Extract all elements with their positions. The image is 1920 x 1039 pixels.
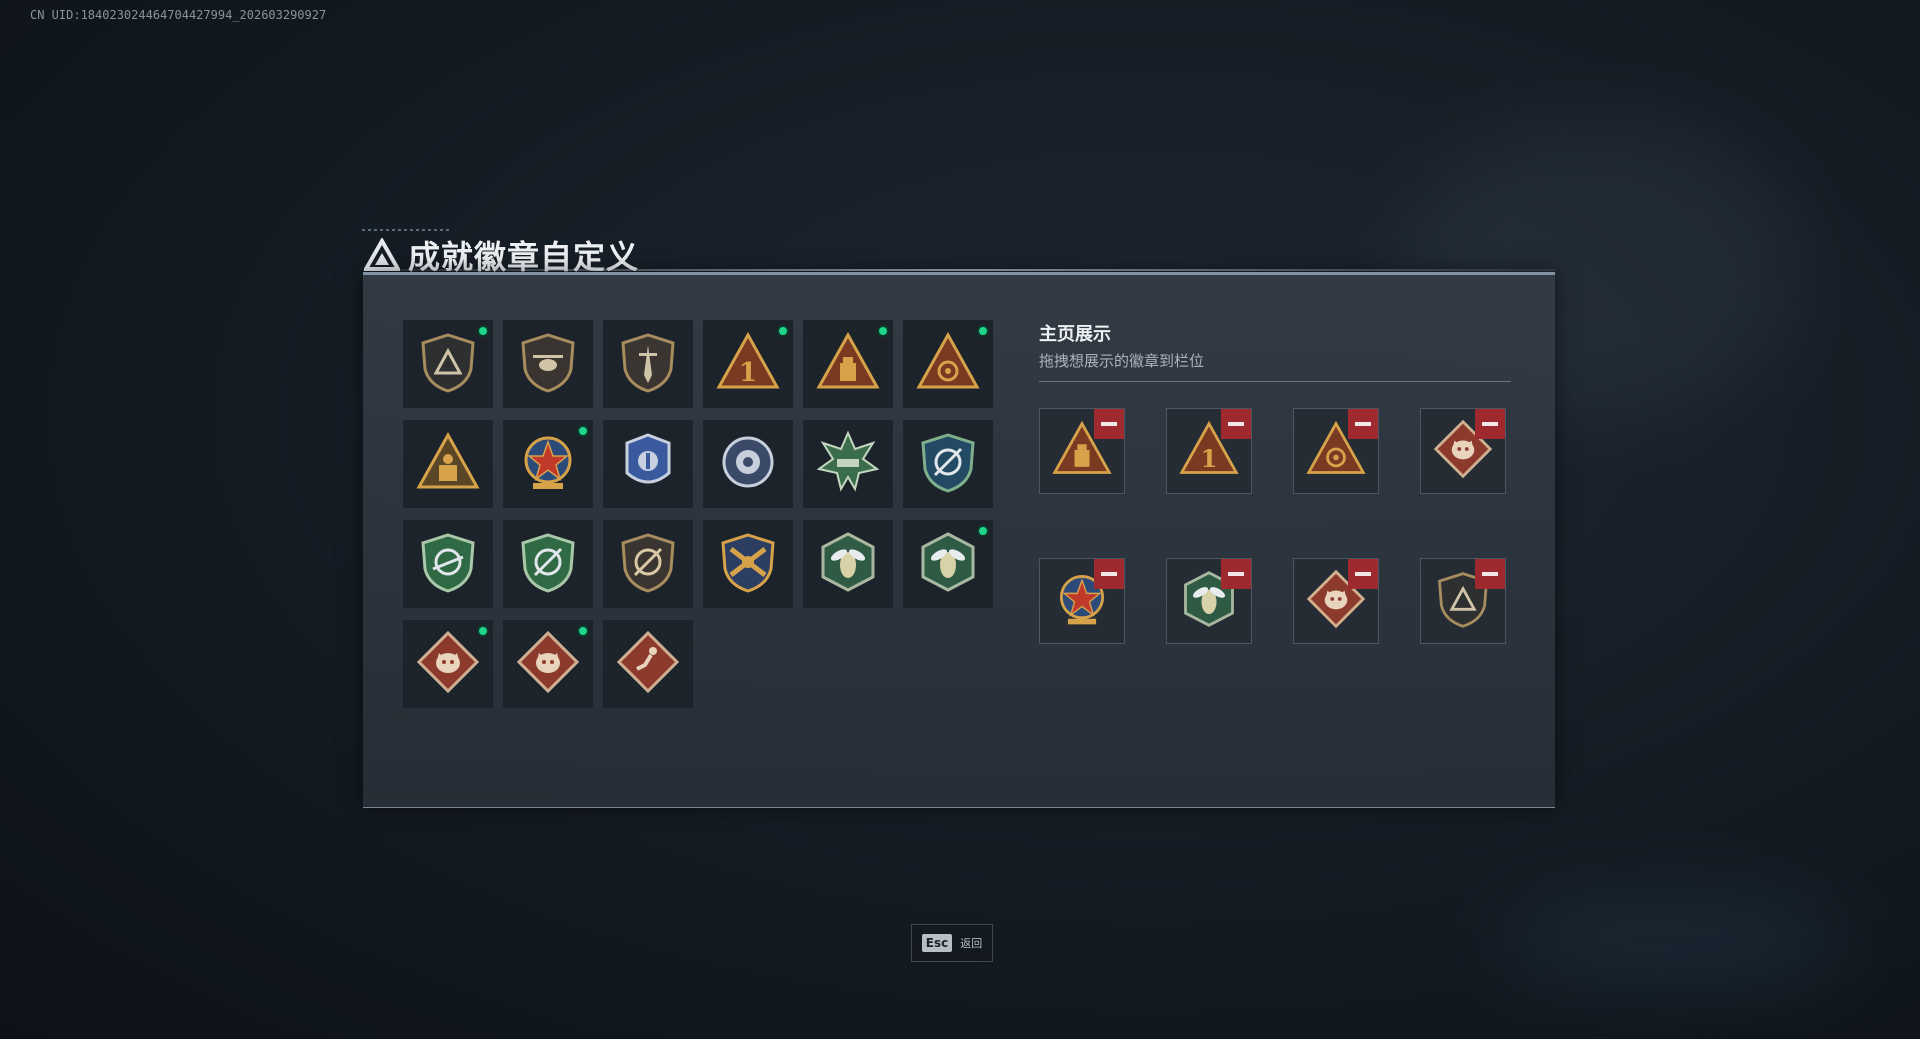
minus-icon — [1355, 422, 1371, 426]
showcase-slot[interactable] — [1420, 558, 1506, 644]
gold-triangle-number-one-icon: 1 — [715, 329, 781, 400]
red-runner-diamond-icon — [615, 629, 681, 700]
minus-icon — [1228, 422, 1244, 426]
red-star-medal-icon — [515, 429, 581, 500]
bronze-shield-triangle-icon — [415, 329, 481, 400]
bronze-dagger-shield-icon — [615, 329, 681, 400]
back-label: 返回 — [960, 938, 983, 950]
new-indicator-dot — [477, 325, 489, 337]
blue-police-badge-icon — [615, 429, 681, 500]
badge-tile[interactable] — [803, 320, 893, 408]
new-indicator-dot — [977, 325, 989, 337]
triangle-logo-icon — [364, 238, 400, 271]
badge-tile[interactable] — [903, 520, 993, 608]
badge-tile[interactable] — [503, 620, 593, 708]
minus-icon — [1482, 422, 1498, 426]
esc-key-icon: Esc — [921, 934, 953, 952]
badge-tile[interactable] — [803, 420, 893, 508]
showcase-slot[interactable] — [1166, 558, 1252, 644]
green-hornet-hexagon-icon — [915, 529, 981, 600]
showcase-subtitle: 拖拽想展示的徽章到栏位 — [1039, 353, 1205, 370]
green-crosshair-shield-icon — [515, 529, 581, 600]
new-indicator-dot — [577, 425, 589, 437]
minus-icon — [1228, 572, 1244, 576]
badge-tile[interactable] — [403, 320, 493, 408]
remove-slot-button[interactable] — [1221, 559, 1251, 589]
remove-slot-button[interactable] — [1475, 409, 1505, 439]
showcase-slot[interactable] — [1293, 558, 1379, 644]
badge-tile[interactable]: 1 — [703, 320, 793, 408]
showcase-slot[interactable] — [1293, 408, 1379, 494]
green-hornet-hexagon-icon — [815, 529, 881, 600]
badge-panel: 1 主页展示 拖拽想展示的徽章到栏位 1 — [363, 269, 1555, 808]
badge-grid: 1 — [403, 320, 993, 708]
minus-icon — [1482, 572, 1498, 576]
new-indicator-dot — [877, 325, 889, 337]
badge-tile[interactable] — [503, 320, 593, 408]
back-button[interactable]: Esc 返回 — [911, 924, 993, 962]
remove-slot-button[interactable] — [1094, 559, 1124, 589]
panel-top-line — [363, 269, 1555, 271]
green-tank-burst-icon — [815, 429, 881, 500]
showcase-slots: 1 — [1039, 408, 1506, 644]
title-decoration — [362, 229, 452, 231]
remove-slot-button[interactable] — [1221, 409, 1251, 439]
showcase-slot[interactable] — [1420, 408, 1506, 494]
remove-slot-button[interactable] — [1094, 409, 1124, 439]
minus-icon — [1355, 572, 1371, 576]
badge-tile[interactable] — [603, 620, 693, 708]
green-rifle-crosshair-shield-icon — [415, 529, 481, 600]
minus-icon — [1101, 572, 1117, 576]
badge-tile[interactable] — [803, 520, 893, 608]
showcase-slot[interactable]: 1 — [1166, 408, 1252, 494]
badge-tile[interactable] — [403, 420, 493, 508]
badge-tile[interactable] — [903, 420, 993, 508]
badge-tile[interactable] — [403, 620, 493, 708]
badge-tile[interactable] — [703, 520, 793, 608]
new-indicator-dot — [477, 625, 489, 637]
minus-icon — [1101, 422, 1117, 426]
remove-slot-button[interactable] — [1348, 559, 1378, 589]
badge-tile[interactable] — [403, 520, 493, 608]
badge-tile[interactable] — [603, 320, 693, 408]
badge-tile[interactable] — [503, 420, 593, 508]
bronze-helicopter-shield-icon — [515, 329, 581, 400]
badge-tile[interactable] — [903, 320, 993, 408]
gold-triangle-wreath-icon — [915, 329, 981, 400]
new-indicator-dot — [777, 325, 789, 337]
green-blue-crosshair-shield-icon — [915, 429, 981, 500]
silver-flower-badge-icon — [715, 429, 781, 500]
remove-slot-button[interactable] — [1348, 409, 1378, 439]
badge-tile[interactable] — [603, 420, 693, 508]
badge-tile[interactable] — [703, 420, 793, 508]
showcase-slot[interactable] — [1039, 558, 1125, 644]
background-glow — [1500, 900, 1850, 980]
showcase-divider — [1039, 381, 1511, 382]
homepage-showcase: 主页展示 拖拽想展示的徽章到栏位 1 — [1039, 320, 1511, 644]
gold-triangle-crate-icon — [815, 329, 881, 400]
svg-text:1: 1 — [739, 358, 757, 388]
showcase-slot[interactable] — [1039, 408, 1125, 494]
gold-crossed-weapons-icon — [715, 529, 781, 600]
bronze-crosshair-shield-icon — [615, 529, 681, 600]
badge-tile[interactable] — [603, 520, 693, 608]
showcase-title: 主页展示 — [1039, 324, 1111, 344]
new-indicator-dot — [577, 625, 589, 637]
svg-text:1: 1 — [1201, 443, 1218, 472]
new-indicator-dot — [977, 525, 989, 537]
gold-triangle-soldiers-icon — [415, 429, 481, 500]
red-dragon-diamond-icon — [515, 629, 581, 700]
badge-tile[interactable] — [503, 520, 593, 608]
uid-label: CN UID:184023024464704427994_20260329092… — [30, 8, 327, 22]
remove-slot-button[interactable] — [1475, 559, 1505, 589]
red-dragon-diamond-icon — [415, 629, 481, 700]
